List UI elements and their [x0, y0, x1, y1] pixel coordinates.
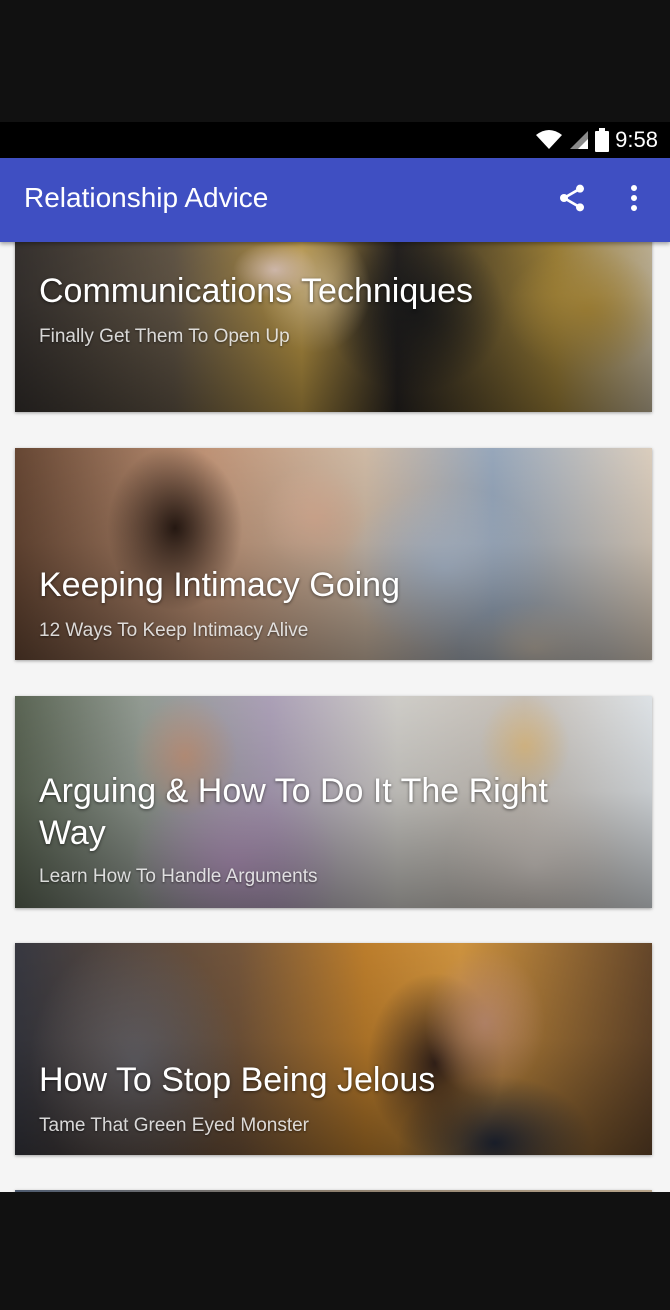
- more-vert-icon: [629, 184, 639, 216]
- article-title: Keeping Intimacy Going: [39, 566, 400, 604]
- article-card-intimacy[interactable]: Keeping Intimacy Going 12 Ways To Keep I…: [15, 448, 652, 660]
- app-title: Relationship Advice: [24, 182, 269, 213]
- app-bar: Relationship Advice: [0, 158, 670, 242]
- article-subtitle: 12 Ways To Keep Intimacy Alive: [39, 620, 309, 641]
- status-icons: 9:58: [535, 126, 658, 154]
- status-time: 9:58: [615, 127, 658, 152]
- more-options-button[interactable]: [614, 180, 654, 220]
- article-card-jealousy[interactable]: How To Stop Being Jelous Tame That Green…: [15, 943, 652, 1155]
- share-button[interactable]: [552, 180, 592, 220]
- article-subtitle: Finally Get Them To Open Up: [39, 326, 290, 347]
- status-bar: 9:58: [0, 122, 670, 158]
- article-list[interactable]: Communications Techniques Finally Get Th…: [0, 242, 670, 1192]
- article-title: Communications Techniques: [39, 272, 474, 310]
- article-card-communications[interactable]: Communications Techniques Finally Get Th…: [15, 242, 652, 412]
- article-card-arguing[interactable]: Arguing & How To Do It The Right Way Lea…: [15, 696, 652, 908]
- screen-bottom-bezel: [0, 1192, 670, 1310]
- article-subtitle: Learn How To Handle Arguments: [39, 866, 318, 887]
- article-subtitle: Tame That Green Eyed Monster: [39, 1115, 309, 1136]
- article-title: Arguing & How To Do It The Right Way: [39, 772, 549, 852]
- share-icon: [556, 182, 588, 218]
- screen-top-bezel: [0, 0, 670, 122]
- cell-signal-icon: [569, 129, 589, 151]
- article-title: How To Stop Being Jelous: [39, 1061, 436, 1099]
- wifi-icon: [535, 129, 563, 151]
- battery-icon: [595, 128, 610, 152]
